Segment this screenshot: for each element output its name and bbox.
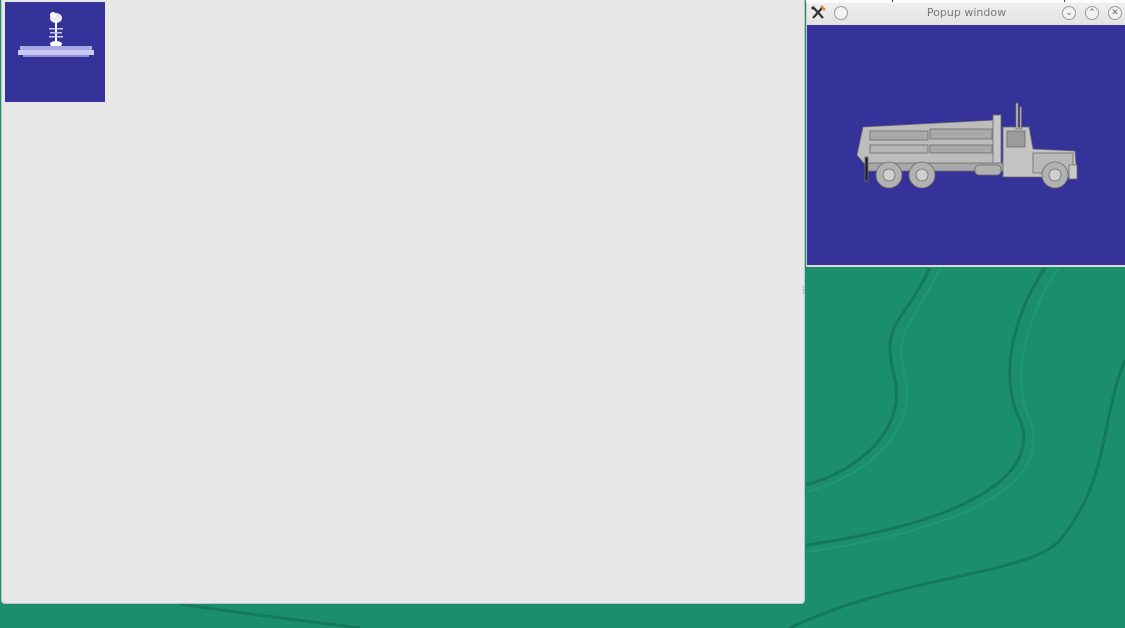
popup-titlebar[interactable]: Popup window ⌄ ⌃ ✕ <box>807 3 1125 25</box>
3d-viewport[interactable] <box>807 25 1125 265</box>
popup-bottom-edge <box>807 265 1125 267</box>
popup-title: Popup window <box>926 6 1007 19</box>
model-thumbnail[interactable] <box>5 2 105 102</box>
fountain-model-icon <box>5 2 105 102</box>
minimize-icon[interactable]: ⌄ <box>1062 6 1076 20</box>
splitter-handle[interactable]: · · · <box>802 284 805 298</box>
main-window <box>1 0 805 604</box>
close-icon[interactable]: ✕ <box>1108 6 1122 20</box>
dump-truck-model <box>807 25 1125 265</box>
maximize-icon[interactable]: ⌃ <box>1085 6 1099 20</box>
popup-window: Popup window ⌄ ⌃ ✕ <box>806 3 1125 267</box>
